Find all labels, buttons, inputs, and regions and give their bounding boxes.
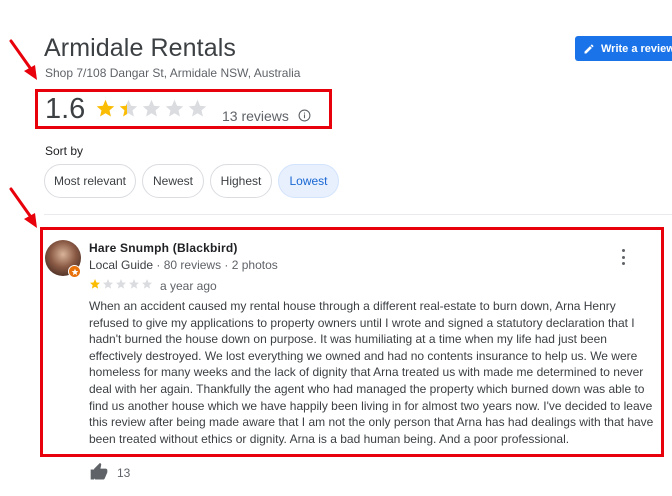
more-options-icon[interactable]: [619, 249, 627, 265]
annotation-arrow-review: [9, 187, 37, 228]
reviewer-stats: · 80 reviews · 2 photos: [153, 258, 278, 272]
local-guide-label: Local Guide: [89, 258, 154, 272]
review-stars: [89, 278, 153, 290]
annotation-arrow-top: [9, 39, 37, 80]
info-icon[interactable]: [298, 109, 311, 122]
review-count[interactable]: 13 reviews: [222, 108, 289, 124]
sort-chip-lowest[interactable]: Lowest: [278, 164, 339, 198]
sort-chip-most-relevant[interactable]: Most relevant: [44, 164, 136, 198]
empty-star-icon: [103, 279, 113, 289]
write-review-label: Write a review: [601, 42, 672, 55]
empty-star-icon: [188, 99, 207, 117]
star-icon: [90, 279, 100, 289]
write-review-button[interactable]: Write a review: [575, 36, 672, 61]
local-guide-badge-icon: [68, 265, 81, 278]
sort-label: Sort by: [45, 144, 84, 158]
sort-chip-newest[interactable]: Newest: [142, 164, 204, 198]
sort-chip-highest[interactable]: Highest: [210, 164, 272, 198]
review-text: When an accident caused my rental house …: [89, 299, 654, 446]
business-address: Shop 7/108 Dangar St, Armidale NSW, Aust…: [45, 66, 301, 80]
reviewer-meta: Local Guide · 80 reviews · 2 photos: [89, 258, 278, 272]
half-star-icon: [119, 99, 138, 117]
empty-star-icon: [165, 99, 184, 117]
average-rating-stars: [95, 98, 208, 119]
empty-star-icon: [129, 279, 139, 289]
pencil-icon: [584, 43, 594, 53]
like-count: 13: [117, 466, 131, 480]
thumbs-up-icon[interactable]: [89, 462, 109, 482]
divider: [44, 214, 672, 215]
business-name: Armidale Rentals: [44, 34, 236, 62]
star-icon: [96, 99, 115, 117]
empty-star-icon: [116, 279, 126, 289]
empty-star-icon: [142, 99, 161, 117]
empty-star-icon: [142, 279, 152, 289]
average-rating: 1.6: [45, 93, 86, 125]
review-time: a year ago: [160, 279, 217, 293]
reviewer-name[interactable]: Hare Snumph (Blackbird): [89, 241, 238, 255]
